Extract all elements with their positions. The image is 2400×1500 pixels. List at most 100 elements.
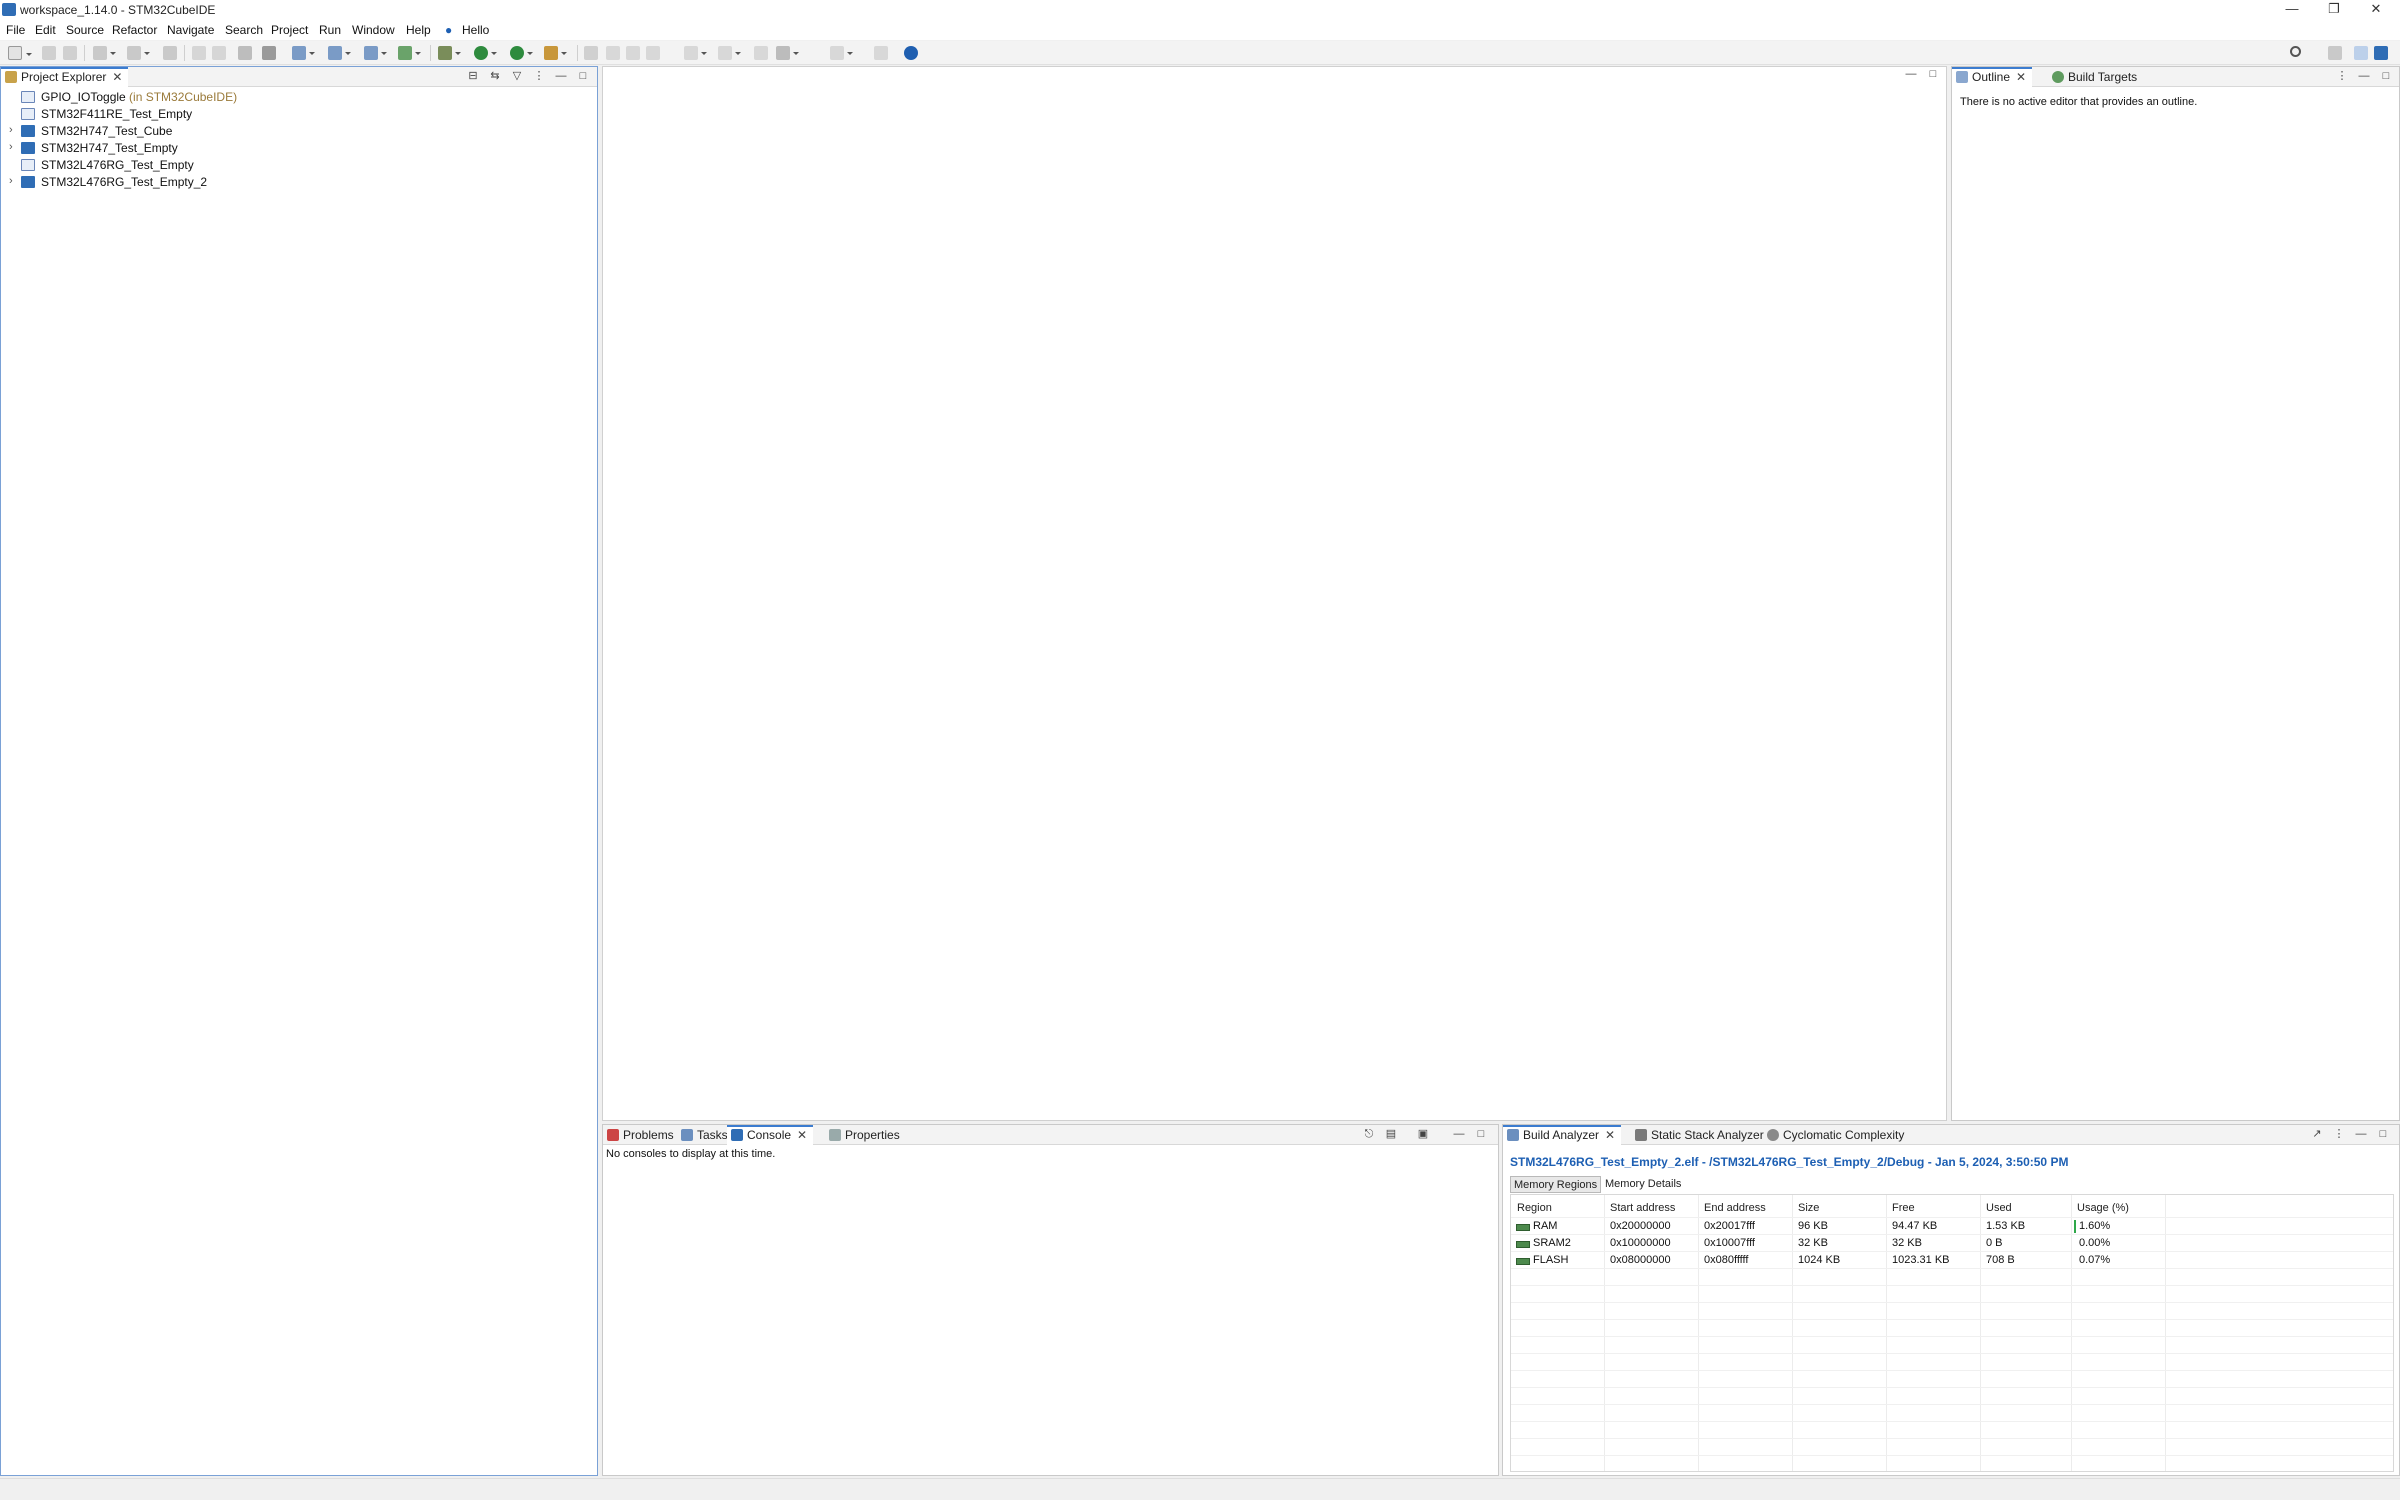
menu-search[interactable]: Search <box>225 23 263 37</box>
pin-editor-icon[interactable] <box>874 46 888 60</box>
tab-tasks[interactable]: Tasks <box>677 1125 734 1145</box>
search-icon[interactable] <box>2290 46 2301 57</box>
save-icon[interactable] <box>42 46 56 60</box>
tab-static-stack-analyzer[interactable]: Static Stack Analyzer <box>1631 1125 1770 1145</box>
tool-icon[interactable] <box>238 46 252 60</box>
tree-item[interactable]: STM32F411RE_Test_Empty <box>1 106 597 123</box>
expand-arrow-icon[interactable]: › <box>9 175 13 187</box>
col-start-address[interactable]: Start address <box>1610 1202 1675 1214</box>
debug-icon[interactable] <box>438 46 461 60</box>
run-tools-icon[interactable] <box>510 46 533 60</box>
maximize-view-icon[interactable]: □ <box>1475 1129 1487 1141</box>
collapse-all-icon[interactable]: ⊟ <box>467 71 479 83</box>
redo-icon[interactable] <box>212 46 226 60</box>
toggle-mark-icon[interactable] <box>606 46 620 60</box>
view-menu-icon[interactable]: ⋮ <box>533 71 545 83</box>
new-task-icon[interactable] <box>398 46 421 60</box>
menu-navigate[interactable]: Navigate <box>167 23 214 37</box>
last-edit-icon[interactable] <box>754 46 768 60</box>
col-size[interactable]: Size <box>1798 1202 1819 1214</box>
open-resource-icon[interactable] <box>328 46 351 60</box>
subtab-memory-regions[interactable]: Memory Regions <box>1510 1176 1602 1193</box>
close-icon[interactable]: ✕ <box>2016 70 2026 84</box>
perspective-cpp-icon[interactable] <box>2354 46 2368 60</box>
back-icon[interactable] <box>776 46 799 60</box>
close-icon[interactable]: ✕ <box>797 1128 807 1142</box>
display-console-icon[interactable]: ▤ <box>1385 1129 1397 1141</box>
minimize-editor-icon[interactable]: — <box>1905 69 1917 81</box>
menu-project[interactable]: Project <box>271 23 308 37</box>
print-icon[interactable] <box>262 46 276 60</box>
menu-hello[interactable]: Hello <box>462 23 489 37</box>
show-whitespace-icon[interactable] <box>646 46 660 60</box>
col-region[interactable]: Region <box>1517 1202 1552 1214</box>
expand-arrow-icon[interactable]: › <box>9 124 13 136</box>
minimize-view-icon[interactable]: — <box>555 71 567 83</box>
tree-item[interactable]: GPIO_IOToggle (in STM32CubeIDE) <box>1 89 597 106</box>
maximize-view-icon[interactable]: □ <box>2377 1129 2389 1141</box>
tree-item[interactable]: › STM32L476RG_Test_Empty_2 <box>1 174 597 191</box>
filter-icon[interactable]: ▽ <box>511 71 523 83</box>
menu-run[interactable]: Run <box>319 23 341 37</box>
tree-item[interactable]: › STM32H747_Test_Cube <box>1 123 597 140</box>
view-menu-icon[interactable]: ⋮ <box>2336 71 2348 83</box>
subtab-memory-details[interactable]: Memory Details <box>1602 1176 1684 1193</box>
tab-build-targets[interactable]: Build Targets <box>2048 67 2143 87</box>
tab-properties[interactable]: Properties <box>825 1125 906 1145</box>
undo-icon[interactable] <box>192 46 206 60</box>
tab-project-explorer[interactable]: Project Explorer ✕ <box>1 67 129 87</box>
restore-button[interactable]: ❐ <box>2312 0 2356 20</box>
close-icon[interactable]: ✕ <box>112 70 122 84</box>
prev-annotation-icon[interactable] <box>718 46 741 60</box>
forward-icon[interactable] <box>830 46 853 60</box>
perspective-cubemx-icon[interactable] <box>2374 46 2388 60</box>
minimize-view-icon[interactable]: — <box>2358 71 2370 83</box>
menu-edit[interactable]: Edit <box>35 23 56 37</box>
view-menu-icon[interactable]: ⋮ <box>2333 1129 2345 1141</box>
next-annotation-icon[interactable] <box>684 46 707 60</box>
pin-console-icon[interactable]: ⎋ <box>1363 1129 1375 1141</box>
debug-config-icon[interactable] <box>163 46 177 60</box>
toggle-block-icon[interactable] <box>626 46 640 60</box>
editor-area[interactable]: — □ <box>602 66 1947 1121</box>
tab-build-analyzer[interactable]: Build Analyzer ✕ <box>1503 1125 1622 1145</box>
info-icon[interactable] <box>904 46 918 60</box>
external-tools-icon[interactable] <box>544 46 567 60</box>
maximize-editor-icon[interactable]: □ <box>1927 69 1939 81</box>
export-icon[interactable]: ↗ <box>2311 1129 2323 1141</box>
menu-refactor[interactable]: Refactor <box>112 23 157 37</box>
save-all-icon[interactable] <box>63 46 77 60</box>
tab-cyclomatic-complexity[interactable]: Cyclomatic Complexity <box>1763 1125 1910 1145</box>
new-icon[interactable] <box>8 46 32 60</box>
maximize-view-icon[interactable]: □ <box>2380 71 2392 83</box>
col-end-address[interactable]: End address <box>1704 1202 1766 1214</box>
col-free[interactable]: Free <box>1892 1202 1915 1214</box>
open-console-icon[interactable]: ▣ <box>1417 1129 1429 1141</box>
menu-file[interactable]: File <box>6 23 25 37</box>
menu-help[interactable]: Help <box>406 23 431 37</box>
col-used[interactable]: Used <box>1986 1202 2012 1214</box>
menu-source[interactable]: Source <box>66 23 104 37</box>
close-window-button[interactable]: ✕ <box>2354 0 2398 20</box>
col-usage[interactable]: Usage (%) <box>2077 1202 2129 1214</box>
search-icon-toolbar[interactable] <box>584 46 598 60</box>
maximize-view-icon[interactable]: □ <box>577 71 589 83</box>
open-type-icon[interactable] <box>292 46 315 60</box>
tab-outline[interactable]: Outline ✕ <box>1952 67 2033 87</box>
close-icon[interactable]: ✕ <box>1605 1128 1615 1142</box>
run-icon[interactable] <box>474 46 497 60</box>
settings-icon[interactable] <box>127 46 150 60</box>
tree-item[interactable]: › STM32H747_Test_Empty <box>1 140 597 157</box>
minimize-button[interactable]: — <box>2270 0 2314 20</box>
minimize-view-icon[interactable]: — <box>2355 1129 2367 1141</box>
tree-item[interactable]: STM32L476RG_Test_Empty <box>1 157 597 174</box>
expand-arrow-icon[interactable]: › <box>9 141 13 153</box>
new-class-icon[interactable] <box>364 46 387 60</box>
menu-window[interactable]: Window <box>352 23 395 37</box>
minimize-view-icon[interactable]: — <box>1453 1129 1465 1141</box>
build-icon[interactable] <box>93 46 116 60</box>
tab-problems[interactable]: Problems <box>603 1125 680 1145</box>
link-with-editor-icon[interactable]: ⇆ <box>489 71 501 83</box>
open-perspective-icon[interactable] <box>2328 46 2342 60</box>
tab-console[interactable]: Console ✕ <box>727 1125 814 1145</box>
